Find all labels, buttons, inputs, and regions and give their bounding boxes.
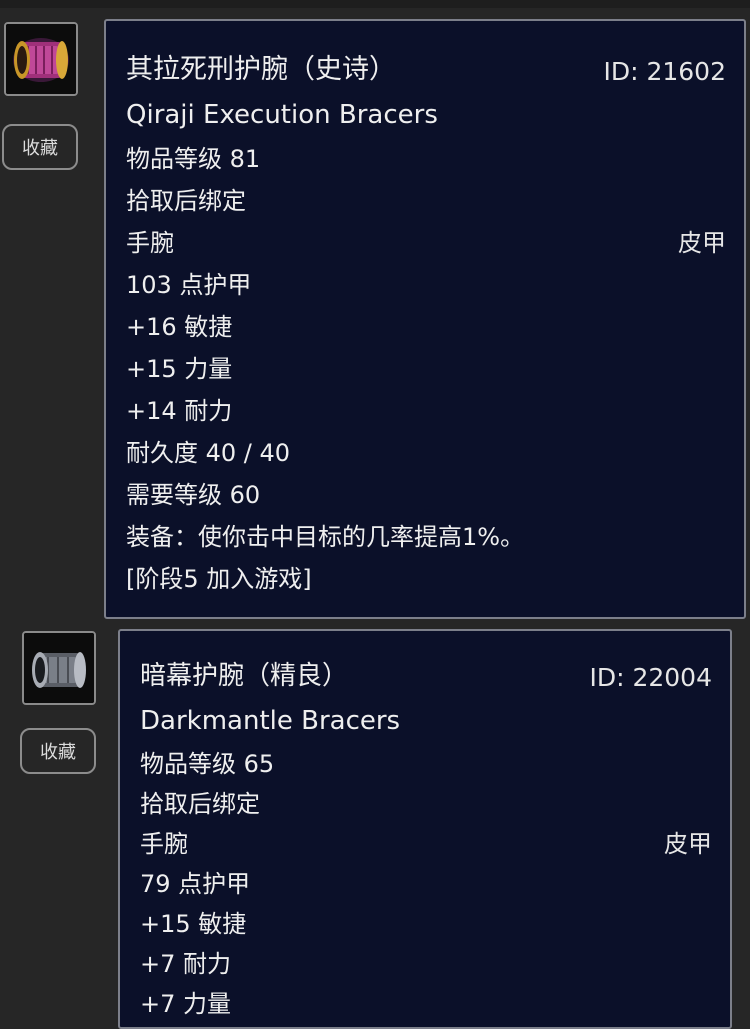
required-level: 需要等级 60: [126, 481, 261, 509]
phase-note: [阶段5 加入游戏]: [126, 565, 312, 593]
item-name-cn: 暗幕护腕（精良）: [140, 661, 349, 691]
bracer-epic-icon: [4, 22, 78, 96]
binding: 拾取后绑定: [140, 790, 260, 818]
item-name-cn: 其拉死刑护腕（史诗）: [126, 54, 396, 85]
bracer-rare-icon: [22, 631, 96, 705]
item-name-en: Qiraji Execution Bracers: [126, 100, 438, 130]
item-id: ID: 21602: [603, 57, 726, 86]
armor-value: 79 点护甲: [140, 870, 251, 898]
armor-type: 皮甲: [664, 830, 712, 858]
equip-effect: 装备：使你击中目标的几率提高1%。: [126, 523, 525, 551]
stat-line: +15 敏捷: [140, 910, 247, 938]
item-tooltip-card: 暗幕护腕（精良） ID: 22004 Darkmantle Bracers 物品…: [118, 629, 732, 1029]
stat-line: +7 耐力: [140, 950, 232, 978]
durability: 耐久度 40 / 40: [126, 439, 291, 467]
favorite-button[interactable]: 收藏: [2, 124, 78, 170]
top-divider: [0, 0, 750, 8]
slot: 手腕: [140, 830, 188, 858]
armor-type: 皮甲: [678, 229, 726, 257]
armor-value: 103 点护甲: [126, 271, 252, 299]
item-level: 物品等级 81: [126, 145, 261, 173]
binding: 拾取后绑定: [126, 187, 246, 215]
item-id: ID: 22004: [589, 663, 712, 692]
stat-line: +16 敏捷: [126, 313, 233, 341]
item-name-en: Darkmantle Bracers: [140, 706, 401, 736]
item-level: 物品等级 65: [140, 750, 275, 778]
stat-line: +15 力量: [126, 355, 233, 383]
stat-line: +14 耐力: [126, 397, 233, 425]
slot: 手腕: [126, 229, 174, 257]
favorite-button[interactable]: 收藏: [20, 728, 96, 774]
stat-line: +7 力量: [140, 990, 232, 1018]
item-tooltip-card: 其拉死刑护腕（史诗） ID: 21602 Qiraji Execution Br…: [104, 19, 746, 619]
